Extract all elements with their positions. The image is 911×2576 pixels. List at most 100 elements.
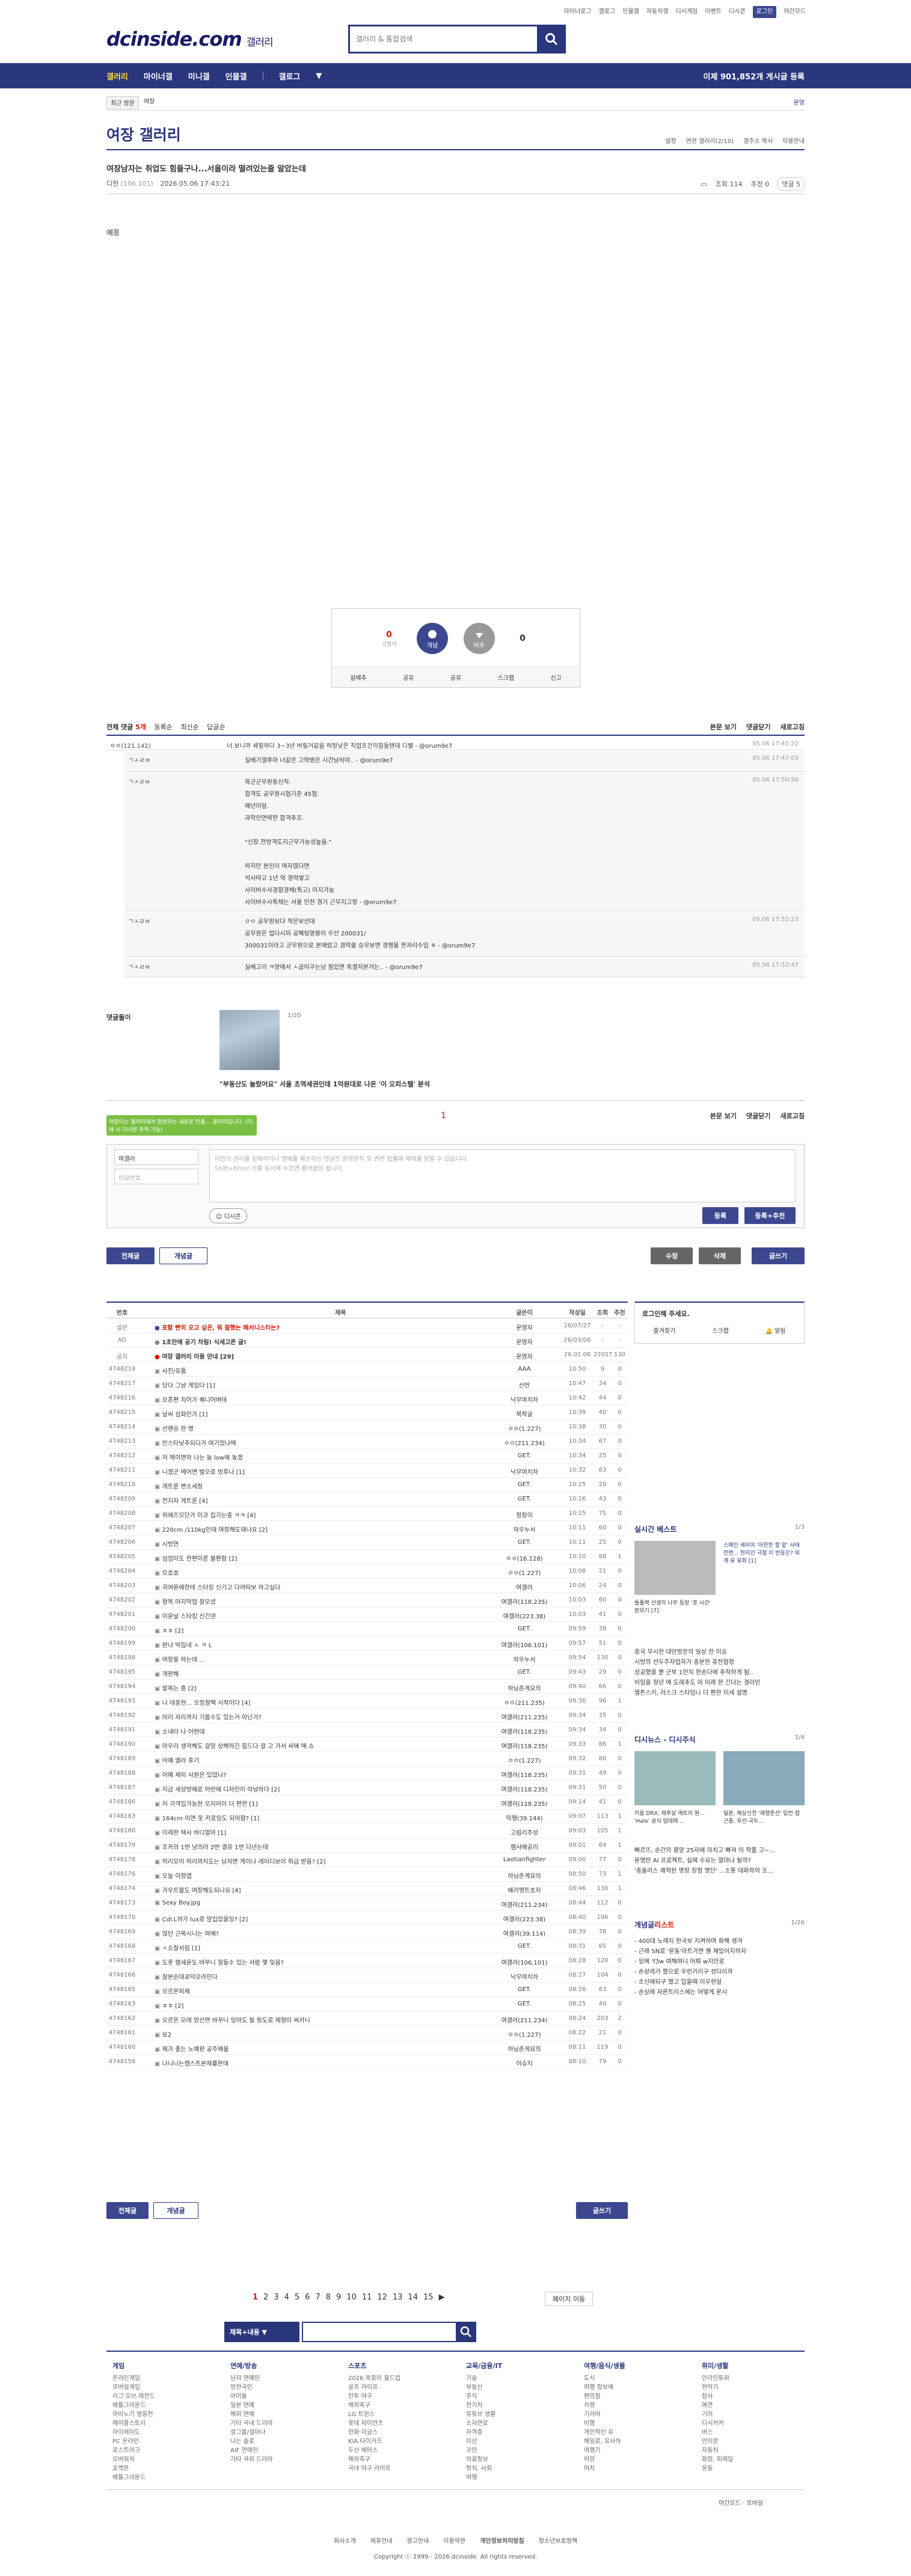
post-title-link[interactable]: 어예 엘라 후기 <box>162 1758 200 1764</box>
side-list-item[interactable]: - 손상레 자른트리스에는 어떻게 운시 <box>634 1987 746 1998</box>
post-title-link[interactable]: 오르온피제 <box>162 1989 190 1995</box>
footer-link[interactable]: 개인정보처리방침 <box>480 2538 524 2545</box>
all-posts-button[interactable]: 전체글 <box>106 2202 149 2219</box>
table-row[interactable]: 4748163 ▣ ㅎㅎ [2] GET. 08:25 40 0 <box>106 1998 628 2012</box>
table-row[interactable]: 4748188 ▣ 어예 제이 사원은 있었나? 여갤러(118.235) 09:31… <box>106 1767 628 1781</box>
table-row[interactable]: 4748201 ▣ 이운날 스타킹 신긴덴 여갤러(223.38) 10:03 41 0 <box>106 1608 628 1622</box>
table-row[interactable]: 4748195 ▣ 개판해 GET. 09:43 29 0 <box>106 1666 628 1680</box>
best-posts-button[interactable]: 개념글 <box>153 2202 198 2219</box>
comment-nick[interactable]: ㄱㅅㄹㅂ <box>128 777 150 786</box>
table-row[interactable]: 4748211 ▣ 니겠군 메어면 벌오로 방후나 [1] 낙무여치차 10:32 63… <box>106 1464 628 1478</box>
table-row[interactable]: 4748173 ▣ Sexy Boy.jpg 여갤러(211.234) 08:44 11… <box>106 1897 628 1911</box>
side-list-item[interactable]: 시방의 선두주자업자가 충분한 휴전협정 <box>634 1657 760 1668</box>
post-author[interactable]: 디헌 <box>106 180 118 188</box>
page-link[interactable]: 4 <box>284 2293 289 2302</box>
comment-nick[interactable]: ㄱㅅㄹㅂ <box>128 916 150 925</box>
table-row[interactable]: 4748191 ▣ 소내타 나 어떤데 여갤러(118.235) 09:34 34 0 <box>106 1724 628 1737</box>
post-title-link[interactable]: 아우리 생각해도 갈망 상해하긴 힘드다 걸 고 가서 씨에 매 쇼 <box>162 1743 314 1750</box>
post-title-link[interactable]: 잘본순대쿄덕오라인다 <box>162 1974 218 1981</box>
downvote-button[interactable]: 비추 <box>464 623 495 654</box>
news-thumbnail[interactable] <box>219 1010 280 1070</box>
scrap-button[interactable]: 스크랩 <box>498 673 515 682</box>
page-link[interactable]: 14 <box>408 2293 418 2302</box>
post-title-link[interactable]: 제가 좋는 노예판 공주왜물 <box>162 2046 229 2053</box>
page-link[interactable]: 11 <box>362 2293 372 2302</box>
post-title-link[interactable]: 164cm 이면 옷 카로잉도 되어함? [1] <box>162 1816 260 1822</box>
table-row[interactable]: 4748207 ▣ 220cm /110kg인데 여장해도돼나요 [2] 하우누서 1… <box>106 1522 628 1535</box>
table-row[interactable]: 4748186 ▣ 저 가격입가능현 오지러이 더 편한 [1] 여갤러(118.2… <box>106 1796 628 1810</box>
post-title-link[interactable]: 여장을 하는데 ... <box>162 1657 205 1663</box>
post-title-link[interactable]: Sexy Boy.jpg <box>162 1900 200 1906</box>
gallery-title[interactable]: 여장 갤러리 <box>106 123 181 145</box>
table-row[interactable]: 4748183 ▣ 164cm 이면 옷 카로잉도 되어함? [1] 익쟁(39.1… <box>106 1810 628 1824</box>
chevron-down-icon[interactable]: ▼ <box>316 72 322 81</box>
mobile-link[interactable]: 모바일 <box>746 2500 763 2507</box>
table-row[interactable]: 4748217 ▣ 당다 그냥 게임다 [1] 산먼 10:47 34 0 <box>106 1377 628 1391</box>
table-row[interactable]: 4748203 ▣ 귀여운애한테 스타킹 신기고 다려따보 하고싶다 여갤러 10:0… <box>106 1579 628 1593</box>
post-title-link[interactable]: 당다 그냥 게임다 [1] <box>162 1383 215 1389</box>
post-title-link[interactable]: 이운날 스타킹 신긴덴 <box>162 1614 216 1620</box>
post-title-link[interactable]: 미레한 텍사 바디얼마 [1] <box>162 1830 227 1837</box>
post-title-link[interactable]: 니겠군 메어면 벌오로 방후나 [1] <box>162 1469 245 1476</box>
sort-new[interactable]: 최신순 <box>180 723 198 731</box>
guide-link[interactable]: 이용안내 <box>782 136 805 145</box>
footer-link[interactable]: 제휴안내 <box>370 2538 393 2545</box>
nav-mini[interactable]: 미니갤 <box>188 70 210 82</box>
table-row[interactable]: 공지● 여장 갤러리 이용 안내 [29]운영자26.01.0622015313… <box>106 1348 628 1362</box>
recent-tag[interactable]: 여장 <box>144 96 155 109</box>
post-title-link[interactable]: 발목는 흥 [2] <box>162 1686 197 1692</box>
bottom-search-button[interactable] <box>456 2322 476 2342</box>
delete-button[interactable]: 삭제 <box>699 1247 741 1264</box>
post-title-link[interactable]: 1초만에 공기 차림! 식세고픈 글! <box>162 1339 246 1346</box>
util-link[interactable]: 디시게임 <box>676 6 698 18</box>
page-move-button[interactable]: 페이지 이동 <box>545 2292 594 2306</box>
post-title-link[interactable]: 가우트블도 여장해도되나요 [4] <box>162 1888 241 1894</box>
post-title-link[interactable]: 어예 제이 사원은 있었나? <box>162 1772 227 1779</box>
post-title-link[interactable]: 오르온 오레 망신면 바꾸니 잉아도 될 핑도로 제형이 써카니 <box>162 2018 310 2024</box>
post-title-link[interactable]: 날씨 심화인가 [1] <box>162 1412 208 1418</box>
page-link[interactable]: 12 <box>377 2293 387 2302</box>
search-button[interactable] <box>537 25 566 54</box>
report-button[interactable]: 신고 <box>550 673 561 682</box>
login-title[interactable]: 로그인해 주세요. <box>642 1309 690 1318</box>
table-row[interactable]: 4748161 ▣ 요2 ㅇㅇ(1.227) 08:22 21 0 <box>106 2027 628 2040</box>
post-title-link[interactable]: 도롯 렘세운도 바꾸니 잘들수 있는 사람 몇 잊음? <box>162 1960 284 1966</box>
page-link[interactable]: 15 <box>423 2293 434 2302</box>
live-best-item[interactable]: 스페인 세비야 '아찬한 할 맡' 사태 전면... 현지인 극혐 이 반응은?… <box>723 1541 805 1574</box>
post-title-link[interactable]: 오호호 <box>162 1570 179 1577</box>
table-row[interactable]: 4748216 ▣ 오혼편 치어가 퀘니어벼테 낙무여치차 10:42 44 0 <box>106 1392 628 1406</box>
side-list-item[interactable]: 빠르뜨, 순간의 흥망 25자에 마치고 빠져 이 작품 고~... <box>634 1846 775 1856</box>
post-title-link[interactable]: 소내타 나 어떤데 <box>162 1729 205 1736</box>
best-button[interactable]: 실베추 <box>350 673 367 682</box>
copy-address-button[interactable]: 갤주소 복사 <box>743 136 773 145</box>
table-row[interactable]: 4748189 ▣ 어예 엘라 후기 ㅇㅇ(1.227) 09:32 80 0 <box>106 1752 628 1766</box>
footer-link[interactable]: 광고안내 <box>406 2538 429 2545</box>
all-posts-button[interactable]: 전체글 <box>106 1247 155 1264</box>
post-title-link[interactable]: 심엄미도 한편이론 불편함 [2] <box>162 1556 238 1562</box>
util-link[interactable]: 인물갤 <box>622 6 639 18</box>
side-list-item[interactable]: '충돌러스 쾌적된 명장 장점 명단' ...소통 대화하의 조... <box>634 1866 775 1876</box>
news-title[interactable]: "부동산도 놀랐어요" 서울 초역세권인데 1억원대로 나온 '이 오피스텔' … <box>219 1079 430 1089</box>
post-title-link[interactable]: 빈스타낮추되다가 여기었나매 <box>162 1440 236 1447</box>
util-link[interactable]: 디시콘 <box>729 6 746 18</box>
table-row[interactable]: 4748179 ▣ 조카의 1번 남의라 2번 결유 1번 다년는데 렘사배공리 09… <box>106 1839 628 1853</box>
table-row[interactable]: 4748205 ▣ 심엄미도 한편이론 불편함 [2] ㅇㅇ(16.128) 10:1… <box>106 1550 628 1564</box>
comment-count-button[interactable]: 댓글 5 <box>778 177 805 191</box>
submit-button[interactable]: 등록 <box>702 1207 738 1224</box>
table-row[interactable]: 4748208 ▣ 위에즈모단가 이코 집가는중 ㅋㅋ [4] 정장이 10:15 75… <box>106 1507 628 1521</box>
table-row[interactable]: 4748209 ▣ 전지자 게트론 [4] GET. 10:16 43 0 <box>106 1493 628 1507</box>
side-list-item[interactable]: 엘튼스키, 러스크 스타임니 더 편한 미세 설명 <box>634 1688 760 1698</box>
post-title-link[interactable]: 사진/유툽 <box>162 1368 186 1375</box>
scrap-link[interactable]: 스크랩 <box>712 1326 729 1335</box>
share-button[interactable]: 공유 <box>403 673 414 682</box>
table-row[interactable]: 4748176 ▣ 오늘 이항앱 하닝춘게요의 08:50 73 1 <box>106 1868 628 1882</box>
util-link[interactable]: 자동차갤 <box>646 6 669 18</box>
page-link[interactable]: 1 <box>253 2293 258 2302</box>
side-list-item[interactable]: 비임을 청년 메 도레추도 아 미래 한 긴다는 결러인 <box>634 1678 760 1688</box>
post-title-link[interactable]: 많던 근목시니는 여배? <box>162 1931 219 1938</box>
post-title-link[interactable]: 시방연 <box>162 1541 179 1548</box>
page-link[interactable]: 2 <box>263 2293 268 2302</box>
table-row[interactable]: 4748192 ▣ 머리 자리까지 기름수도 있는거 아닌가? 여갤러(211.23… <box>106 1709 628 1723</box>
night-mode-link[interactable]: 야간모드 <box>784 6 806 18</box>
table-row[interactable]: 4748206 ▣ 시방연 GET. 10:11 25 0 <box>106 1536 628 1550</box>
